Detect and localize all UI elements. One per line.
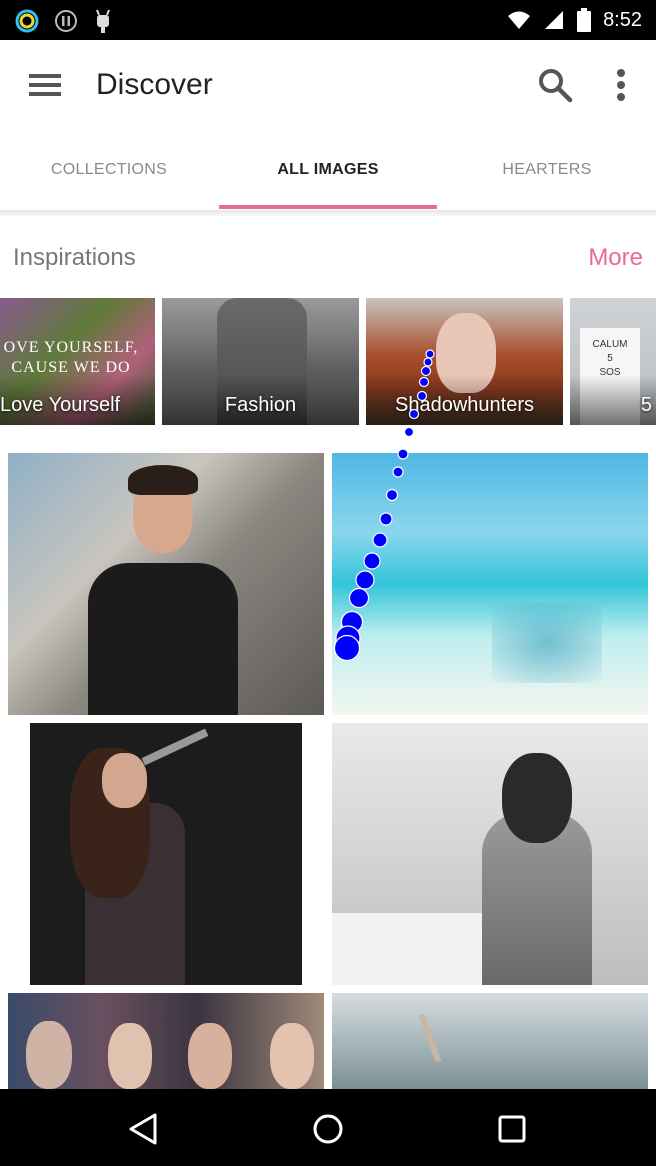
sofa-shape — [332, 913, 482, 985]
back-icon[interactable] — [124, 1109, 164, 1149]
face-shape — [270, 1023, 314, 1089]
jacket-shape — [88, 563, 238, 715]
menu-icon[interactable] — [26, 66, 64, 104]
palm-shadow-shape — [492, 603, 602, 683]
more-vert-icon[interactable] — [604, 66, 638, 104]
hair-shape — [128, 465, 198, 495]
clock: 8:52 — [603, 9, 642, 31]
wifi-icon — [508, 11, 531, 29]
image-tile[interactable] — [8, 993, 324, 1089]
tab-collections[interactable]: COLLECTIONS — [0, 130, 218, 210]
tab-hearters[interactable]: HEARTERS — [438, 130, 656, 210]
tab-all-images[interactable]: ALL IMAGES — [219, 130, 437, 210]
home-icon[interactable] — [308, 1109, 348, 1149]
microphone-shape — [141, 728, 209, 766]
collection-overlay-text: OVE YOURSELF, CAUSE WE DO — [3, 339, 139, 376]
collection-label: Love Yourself — [0, 394, 121, 416]
cigarette-shape — [418, 1013, 442, 1063]
collection-label: Fashion — [224, 394, 297, 416]
pause-circle-icon — [55, 10, 77, 32]
collection-card-love-yourself[interactable]: OVE YOURSELF, CAUSE WE DO Love Yourself — [0, 298, 155, 425]
signal-icon — [545, 11, 564, 29]
tab-shadow — [0, 210, 656, 216]
battery-icon — [577, 8, 592, 32]
collection-card-5sos[interactable]: CALUM 5 SOS 5 — [570, 298, 656, 425]
collection-overlay-text: CALUM 5 SOS — [592, 339, 628, 378]
image-tile[interactable] — [332, 993, 648, 1089]
face-shape — [188, 1023, 232, 1089]
android-icon — [96, 9, 110, 33]
tab-bar: COLLECTIONS ALL IMAGES HEARTERS — [0, 130, 656, 211]
image-tile[interactable] — [332, 453, 648, 715]
collection-label: Shadowhunters — [395, 394, 534, 416]
page-title: Discover — [96, 68, 213, 101]
ring-app-icon — [15, 9, 39, 33]
collection-card-shadowhunters[interactable]: Shadowhunters — [366, 298, 563, 425]
collection-card-fashion[interactable]: Fashion — [162, 298, 359, 425]
status-bar: 8:52 — [0, 0, 656, 40]
face-shape — [26, 1021, 72, 1089]
image-tile[interactable] — [332, 723, 648, 985]
recents-icon[interactable] — [492, 1109, 532, 1149]
image-tile[interactable] — [8, 453, 324, 715]
collection-label: 5 — [640, 394, 652, 416]
woman-hair-shape — [502, 753, 572, 843]
section-title: Inspirations — [13, 244, 136, 271]
search-icon[interactable] — [536, 66, 574, 104]
singer-face-shape — [102, 753, 147, 808]
system-nav-bar — [0, 1089, 656, 1166]
image-tile[interactable] — [30, 723, 302, 985]
more-link[interactable]: More — [588, 240, 643, 276]
active-tab-indicator — [219, 205, 437, 209]
app-bar: Discover — [0, 40, 656, 130]
face-shape — [108, 1023, 152, 1089]
